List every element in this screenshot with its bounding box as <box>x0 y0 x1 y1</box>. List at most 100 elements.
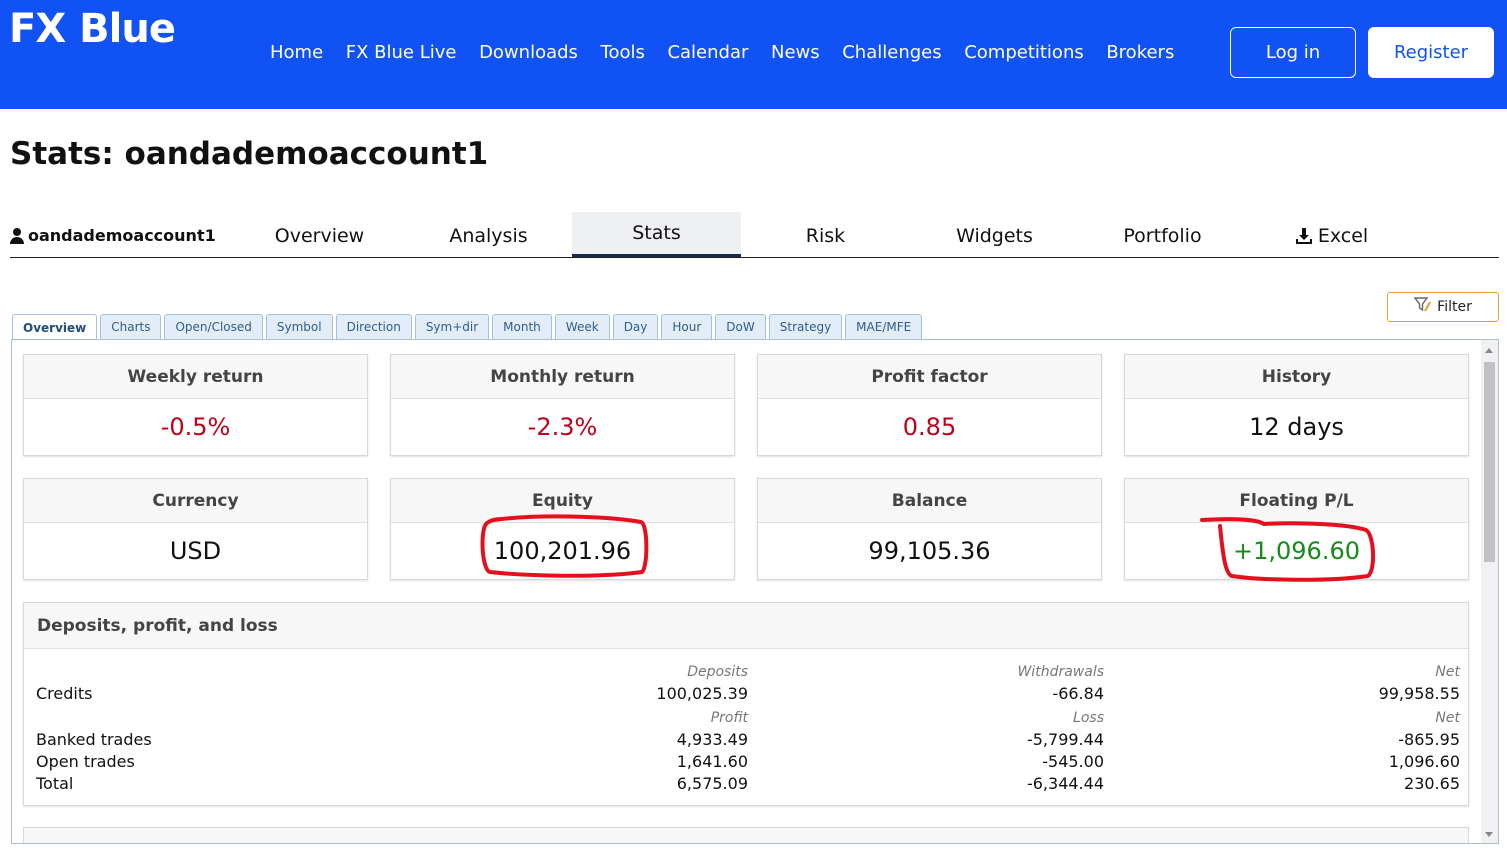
nav-home[interactable]: Home <box>270 40 323 66</box>
nav-news[interactable]: News <box>771 40 820 66</box>
card-value: USD <box>169 537 222 565</box>
filter-button[interactable]: Filter <box>1387 292 1499 322</box>
subtab-strategy[interactable]: Strategy <box>768 314 843 339</box>
col-profit: Profit <box>710 710 748 726</box>
scroll-down-arrow-icon[interactable] <box>1485 832 1493 837</box>
account-tabs: oandademoaccount1 Overview Analysis Stat… <box>10 212 1499 258</box>
top-navigation-bar: FX Blue Home FX Blue Live Downloads Tool… <box>0 0 1507 109</box>
col-net: Net <box>1435 710 1460 726</box>
tab-excel[interactable]: Excel <box>1247 212 1416 257</box>
card-label: Floating P/L <box>1125 479 1468 523</box>
tab-stats[interactable]: Stats <box>572 212 741 257</box>
tab-risk[interactable]: Risk <box>741 212 910 257</box>
card-value: 99,105.36 <box>868 537 991 565</box>
row-label: Credits <box>36 684 93 703</box>
nav-brokers[interactable]: Brokers <box>1106 40 1174 66</box>
card-label: Equity <box>391 479 734 523</box>
row-label: Total <box>36 774 74 793</box>
cell-withdrawals: -66.84 <box>1052 684 1104 703</box>
cell-loss: -5,799.44 <box>1026 730 1104 749</box>
subtab-charts[interactable]: Charts <box>100 314 162 339</box>
subtab-day[interactable]: Day <box>612 314 659 339</box>
profit-factor-card: Profit factor 0.85 <box>757 354 1102 456</box>
page-title: Stats: oandademoaccount1 <box>10 136 489 172</box>
cell-profit: 6,575.09 <box>676 774 748 793</box>
cell-profit: 4,933.49 <box>676 730 748 749</box>
subtab-month[interactable]: Month <box>492 314 552 339</box>
nav-challenges[interactable]: Challenges <box>842 40 941 66</box>
row-label: Banked trades <box>36 730 152 749</box>
tab-overview[interactable]: Overview <box>235 212 404 257</box>
subtab-symbol[interactable]: Symbol <box>265 314 333 339</box>
cell-net: 230.65 <box>1404 774 1460 793</box>
col-deposits: Deposits <box>687 664 748 680</box>
card-value: 12 days <box>1249 413 1344 441</box>
balance-card: Balance 99,105.36 <box>757 478 1102 580</box>
table-row: Banked trades 4,933.49 -5,799.44 -865.95 <box>24 730 1470 752</box>
login-button[interactable]: Log in <box>1230 27 1356 78</box>
card-label: Monthly return <box>391 355 734 399</box>
cell-profit: 1,641.60 <box>676 752 748 771</box>
col-loss: Loss <box>1073 710 1104 726</box>
table-row: Credits 100,025.39 -66.84 99,958.55 <box>24 684 1470 706</box>
nav-calendar[interactable]: Calendar <box>667 40 748 66</box>
nav-fx-blue-live[interactable]: FX Blue Live <box>346 40 457 66</box>
cell-net: 99,958.55 <box>1378 684 1460 703</box>
tab-excel-label: Excel <box>1317 225 1369 247</box>
card-value: +1,096.60 <box>1233 537 1360 565</box>
user-icon <box>10 227 24 244</box>
logo-fx-text: FX <box>9 6 66 52</box>
subtab-direction[interactable]: Direction <box>335 314 412 339</box>
panel-title: Deposits, profit, and loss <box>24 603 1468 649</box>
card-value: 0.85 <box>902 413 957 441</box>
subtab-hour[interactable]: Hour <box>661 314 713 339</box>
subtab-dow[interactable]: DoW <box>715 314 766 339</box>
subtab-mae-mfe[interactable]: MAE/MFE <box>845 314 923 339</box>
tab-widgets[interactable]: Widgets <box>910 212 1079 257</box>
column-header-row: Deposits Withdrawals Net <box>24 664 1470 686</box>
next-panel-header <box>23 827 1469 843</box>
nav-downloads[interactable]: Downloads <box>479 40 578 66</box>
history-card: History 12 days <box>1124 354 1469 456</box>
card-label: Currency <box>24 479 367 523</box>
cell-loss: -6,344.44 <box>1026 774 1104 793</box>
stats-subtabs: Overview Charts Open/Closed Symbol Direc… <box>12 314 925 340</box>
card-label: Profit factor <box>758 355 1101 399</box>
card-value: -0.5% <box>160 413 231 441</box>
cell-net: 1,096.60 <box>1388 752 1460 771</box>
column-header-row: Profit Loss Net <box>24 710 1470 732</box>
tab-analysis[interactable]: Analysis <box>404 212 573 257</box>
currency-card: Currency USD <box>23 478 368 580</box>
nav-tools[interactable]: Tools <box>601 40 645 66</box>
table-row: Open trades 1,641.60 -545.00 1,096.60 <box>24 752 1470 774</box>
card-value: -2.3% <box>527 413 598 441</box>
subtab-overview[interactable]: Overview <box>12 314 98 340</box>
account-name-label: oandademoaccount1 <box>28 226 216 245</box>
tab-portfolio[interactable]: Portfolio <box>1078 212 1247 257</box>
equity-card: Equity 100,201.96 <box>390 478 735 580</box>
cell-net: -865.95 <box>1398 730 1460 749</box>
weekly-return-card: Weekly return -0.5% <box>23 354 368 456</box>
overview-panel: Weekly return -0.5% Monthly return -2.3%… <box>11 339 1499 844</box>
card-label: Weekly return <box>24 355 367 399</box>
register-button[interactable]: Register <box>1368 27 1494 78</box>
logo-blue-text: Blue <box>79 6 176 52</box>
floating-pl-card: Floating P/L +1,096.60 <box>1124 478 1469 580</box>
deposits-profit-loss-panel: Deposits, profit, and loss Deposits With… <box>23 602 1469 806</box>
fx-blue-logo[interactable]: FX Blue <box>9 4 176 54</box>
subtab-open-closed[interactable]: Open/Closed <box>164 314 263 339</box>
subtab-sym-dir[interactable]: Sym+dir <box>414 314 490 339</box>
subtab-week[interactable]: Week <box>554 314 610 339</box>
nav-competitions[interactable]: Competitions <box>964 40 1084 66</box>
card-value: 100,201.96 <box>493 537 632 565</box>
account-name[interactable]: oandademoaccount1 <box>10 226 216 245</box>
monthly-return-card: Monthly return -2.3% <box>390 354 735 456</box>
scroll-up-arrow-icon[interactable] <box>1485 348 1493 353</box>
card-label: History <box>1125 355 1468 399</box>
row-label: Open trades <box>36 752 135 771</box>
table-row: Total 6,575.09 -6,344.44 230.65 <box>24 774 1470 796</box>
vertical-scrollbar[interactable] <box>1481 340 1498 843</box>
scrollbar-thumb[interactable] <box>1484 362 1495 562</box>
main-nav: Home FX Blue Live Downloads Tools Calend… <box>270 40 1197 66</box>
filter-icon <box>1413 297 1432 317</box>
